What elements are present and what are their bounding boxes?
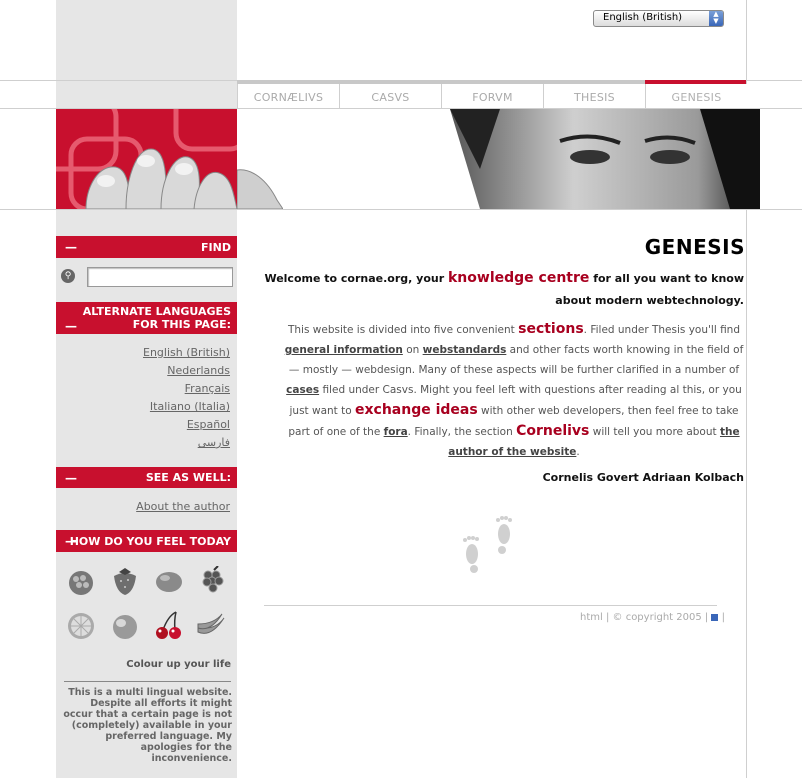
language-link-spanish[interactable]: Español [187, 418, 230, 431]
tab-genesis[interactable]: GENESIS [645, 84, 747, 108]
cases-link[interactable]: cases [286, 384, 319, 396]
exchange-ideas-link[interactable]: exchange ideas [355, 402, 478, 418]
fruit-orange[interactable] [66, 610, 96, 644]
search-input[interactable] [87, 267, 233, 287]
fruit-caption: Colour up your life [126, 659, 231, 670]
fruit-lemon[interactable] [154, 566, 184, 600]
language-link-persian[interactable]: فارسی [198, 436, 230, 449]
languages-label: ALTERNATE LANGUAGES FOR THIS PAGE: [82, 305, 231, 331]
language-link-italian[interactable]: Italiano (Italia) [150, 400, 230, 413]
general-information-link[interactable]: general information [285, 344, 403, 356]
fora-link[interactable]: fora [384, 426, 408, 438]
bananas-icon [197, 613, 225, 634]
author-of-website-link[interactable]: author of the website [448, 446, 576, 458]
page-title: GENESIS [644, 235, 745, 259]
footer: html | © copyright 2005 | | [580, 612, 725, 623]
hand-overflow-image [236, 160, 284, 210]
the-link[interactable]: the [720, 426, 740, 438]
signature: Cornelis Govert Adriaan Kolbach [542, 471, 744, 484]
html-link[interactable]: html [580, 612, 603, 623]
find-label: FIND [201, 241, 231, 254]
fruit-peach[interactable] [110, 610, 140, 644]
cherries-icon [156, 611, 181, 639]
see-as-well-header: — SEE AS WELL: [56, 467, 237, 488]
lemon-icon [156, 572, 182, 592]
see-as-well-label: SEE AS WELL: [145, 471, 231, 484]
language-link-english[interactable]: English (British) [143, 346, 230, 359]
sections-link[interactable]: sections [518, 321, 584, 337]
find-header: — FIND [56, 236, 237, 258]
header-portrait-image [440, 109, 760, 209]
strawberry-icon [114, 568, 136, 595]
footer-divider [264, 605, 717, 606]
search-icon[interactable]: ⚲ [61, 269, 75, 283]
footprints-icon [458, 514, 520, 578]
language-link-dutch[interactable]: Nederlands [167, 364, 230, 377]
feel-header: — HOW DO YOU FEEL TODAY [56, 530, 237, 552]
orange-icon [68, 613, 94, 639]
fruit-strawberry[interactable] [110, 566, 140, 600]
intro-line-2: about modern webtechnology. [555, 294, 744, 307]
raspberry-icon [69, 571, 93, 595]
header-hand-image [56, 109, 237, 209]
tab-casvs[interactable]: CASVS [339, 84, 441, 108]
fruit-bananas[interactable] [196, 610, 226, 644]
feel-label: HOW DO YOU FEEL TODAY [69, 535, 231, 548]
grapes-icon [202, 565, 224, 593]
cornelivs-link[interactable]: Cornelivs [516, 423, 589, 439]
tab-cornaelivs[interactable]: CORNÆLIVS [237, 84, 339, 108]
about-author-link[interactable]: About the author [136, 500, 230, 513]
body-paragraph: This website is divided into five conven… [284, 321, 744, 458]
intro-line-1: Welcome to cornae.org, your knowledge ce… [264, 270, 744, 286]
language-select[interactable]: English (British) ▲ ▼ [593, 10, 724, 27]
peach-icon [113, 615, 137, 639]
fruit-cherries[interactable] [154, 610, 184, 644]
language-select-value: English (British) [603, 12, 683, 23]
copyright-text: © copyright 2005 [612, 612, 702, 623]
tab-forvm[interactable]: FORVM [441, 84, 543, 108]
divider [0, 209, 802, 210]
multilingual-note: This is a multi lingual website. Despite… [63, 687, 232, 764]
language-link-french[interactable]: Français [185, 382, 230, 395]
fruit-grapes[interactable] [198, 565, 228, 600]
tab-thesis[interactable]: THESIS [543, 84, 645, 108]
languages-header: — ALTERNATE LANGUAGES FOR THIS PAGE: [56, 302, 237, 334]
fruit-raspberry[interactable] [66, 566, 96, 600]
select-arrows-icon: ▲ ▼ [709, 11, 723, 26]
note-divider [64, 681, 231, 682]
webstandards-link[interactable]: webstandards [423, 344, 507, 356]
knowledge-centre-link[interactable]: knowledge centre [448, 270, 589, 286]
